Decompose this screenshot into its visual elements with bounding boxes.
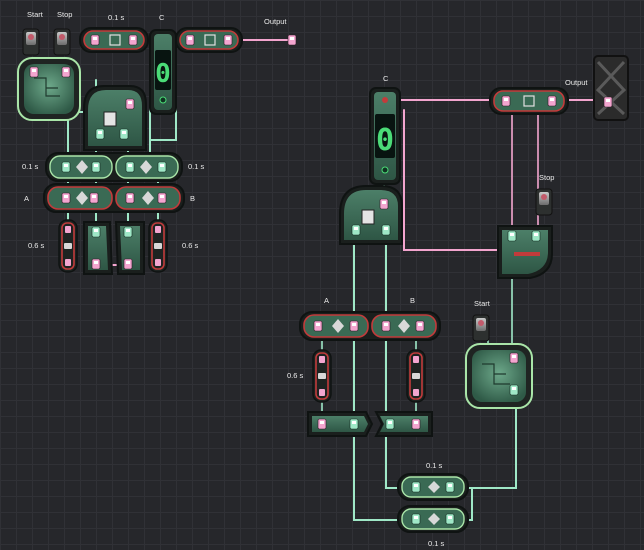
delay-long-right-label: 0.6 s xyxy=(182,241,199,250)
port-icon[interactable] xyxy=(509,352,519,364)
delay-top-label: 0.1 s xyxy=(108,13,125,22)
gate-b-label: B xyxy=(190,194,195,203)
gate-b-label-right: B xyxy=(410,296,415,305)
start-label: Start xyxy=(27,10,44,19)
right-circuit: 0 C Output Stop A B 0.6 s Start 0.1 s 0.… xyxy=(287,55,629,548)
delay-icon[interactable] xyxy=(312,349,332,403)
gate-a-label-right: A xyxy=(324,296,329,305)
port-icon[interactable] xyxy=(29,66,39,78)
delay-bottom-label-right: 0.1 s xyxy=(428,539,445,548)
delay-icon[interactable] xyxy=(148,219,168,273)
lamp-icon[interactable] xyxy=(593,55,629,121)
port-icon[interactable] xyxy=(509,384,519,396)
delay-output-right[interactable] xyxy=(489,87,569,115)
combiner-right[interactable] xyxy=(307,411,433,437)
start-label-right: Start xyxy=(474,299,491,308)
right-wires xyxy=(321,99,605,521)
delay-icon[interactable] xyxy=(58,219,78,273)
gate-icon[interactable] xyxy=(43,183,185,213)
logic-board-icon[interactable] xyxy=(465,343,533,409)
port-icon[interactable] xyxy=(61,66,71,78)
logic-board-icon[interactable] xyxy=(17,57,81,121)
gate-icon[interactable] xyxy=(299,311,441,341)
delay-mid-left[interactable] xyxy=(45,152,183,182)
output-label-right: Output xyxy=(565,78,588,87)
delay-long-left-label-right: 0.6 s xyxy=(287,371,304,380)
counter-label-right: C xyxy=(383,74,389,83)
left-circuit: Start Stop 0.1 s 0 C Output 0.1 s 0.1 s … xyxy=(17,10,297,275)
latch-right[interactable] xyxy=(339,185,403,245)
output-port-icon[interactable] xyxy=(603,96,613,108)
delay-mid-label-right: 0.1 s xyxy=(426,461,443,470)
output-label: Output xyxy=(264,17,287,26)
stop-button[interactable] xyxy=(535,188,553,216)
delay-output-left[interactable] xyxy=(175,27,243,53)
counter-label: C xyxy=(159,13,165,22)
counter-display-value: 0 xyxy=(155,59,171,89)
delay-long-left-label: 0.6 s xyxy=(28,241,45,250)
start-button[interactable] xyxy=(22,28,40,56)
delay-right-label: 0.1 s xyxy=(188,162,205,171)
start-button[interactable] xyxy=(472,314,490,342)
stop-label: Stop xyxy=(57,10,72,19)
circuit-canvas: Start Stop 0.1 s 0 C Output 0.1 s 0.1 s … xyxy=(17,10,629,548)
latch-left[interactable] xyxy=(83,85,147,151)
counter-display-value-right: 0 xyxy=(376,123,394,158)
output-port-icon[interactable] xyxy=(287,34,297,46)
stop-label-right: Stop xyxy=(539,173,554,182)
stop-button[interactable] xyxy=(53,28,71,56)
delay-top-left[interactable] xyxy=(79,27,149,53)
gate-a-label: A xyxy=(24,194,29,203)
delay-mid-right[interactable] xyxy=(397,473,469,501)
delay-bottom-right[interactable] xyxy=(397,505,469,533)
delay-left-label: 0.1 s xyxy=(22,162,39,171)
and-gate-right[interactable] xyxy=(497,225,553,279)
delay-icon[interactable] xyxy=(406,349,426,403)
combiner-left[interactable] xyxy=(83,221,145,275)
